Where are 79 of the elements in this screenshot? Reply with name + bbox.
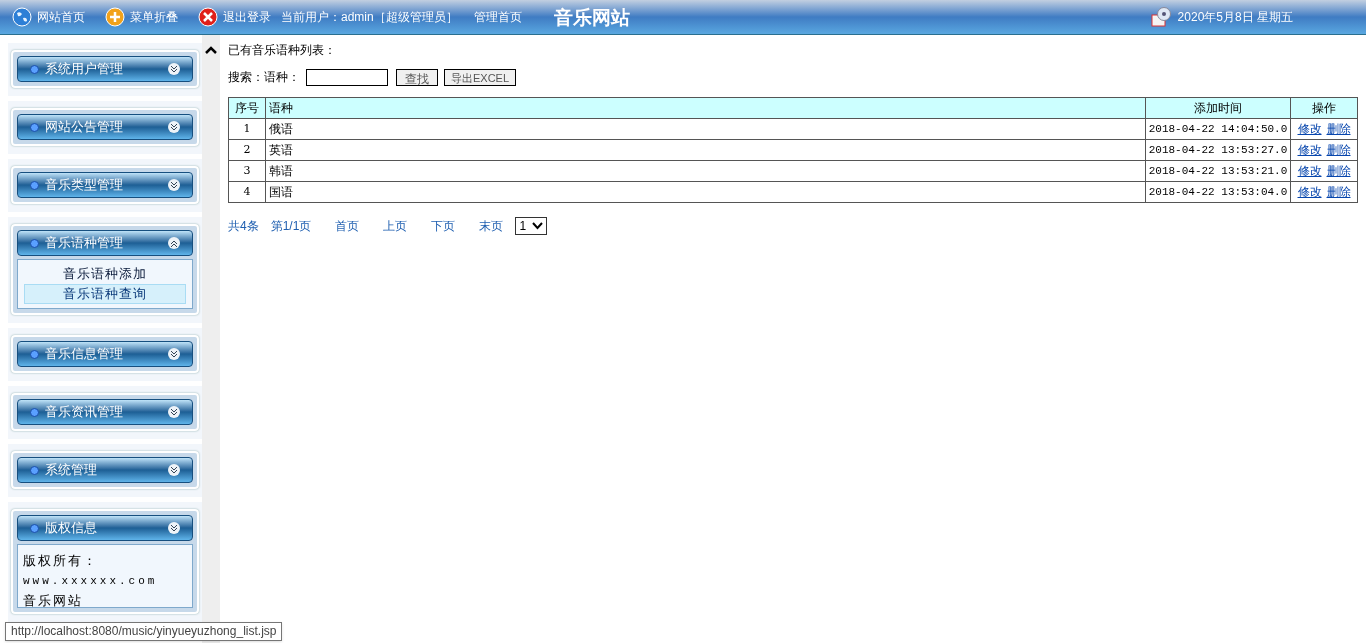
menu-header[interactable]: 系统管理 [17, 457, 193, 483]
page-indicator: 第1/1页 [270, 218, 312, 235]
table-cell: 1 [228, 118, 266, 140]
column-header: 序号 [228, 97, 266, 119]
list-heading: 已有音乐语种列表： [228, 42, 337, 57]
link-tooltip: http://localhost:8080/music/yinyueyuzhong_list.jsp [5, 622, 283, 641]
bullet-icon [30, 238, 39, 248]
bullet-icon [30, 180, 39, 190]
date-text: 2020年5月8日 星期五 [1177, 9, 1293, 26]
expand-icon [168, 464, 180, 476]
bullet-icon [30, 465, 39, 475]
nav-link[interactable]: 网站首页 [12, 7, 85, 27]
nav-link[interactable]: 菜单折叠 [105, 7, 178, 27]
table-cell: 韩语 [265, 160, 1146, 182]
expand-icon [168, 63, 180, 75]
expand-icon [168, 121, 180, 133]
plus-icon [105, 7, 125, 27]
admin-home-link[interactable]: 管理首页 [473, 8, 522, 26]
pagination-link[interactable]: 首页 [335, 217, 360, 235]
collapse-icon [168, 237, 180, 249]
site-title: 音乐网站 [553, 4, 630, 30]
table-cell: 2018-04-22 13:53:21.0 [1145, 160, 1291, 182]
column-header: 操作 [1290, 97, 1358, 119]
action-link[interactable]: 修改 [1297, 122, 1322, 136]
table-cell: 英语 [265, 139, 1146, 161]
find-button[interactable]: 查找 [396, 68, 438, 86]
action-link[interactable]: 删除 [1326, 122, 1351, 136]
info-text: 版权所有： [23, 552, 99, 570]
table-cell: 2018-04-22 14:04:50.0 [1145, 118, 1291, 140]
action-link[interactable]: 删除 [1326, 164, 1351, 178]
close-icon [198, 7, 218, 27]
page-select[interactable]: 1 [515, 217, 548, 235]
table-cell: 2 [228, 139, 266, 161]
export-button[interactable]: 导出EXCEL [444, 68, 517, 86]
action-link[interactable]: 修改 [1297, 143, 1322, 157]
pagination-link[interactable]: 下页 [431, 217, 456, 235]
info-text: www.xxxxxx.com [23, 574, 159, 589]
menu-header[interactable]: 版权信息 [17, 515, 193, 541]
expand-icon [168, 179, 180, 191]
action-link[interactable]: 修改 [1297, 185, 1322, 199]
calendar-disc-icon [1149, 6, 1172, 28]
globe-icon [12, 7, 32, 27]
submenu-item[interactable]: 音乐语种查询 [24, 284, 186, 304]
table-cell: 俄语 [265, 118, 1146, 140]
menu-header[interactable]: 音乐类型管理 [17, 172, 193, 198]
table-cell: 4 [228, 181, 266, 203]
current-user: 当前用户：admin［超级管理员］ [281, 9, 458, 26]
menu-header[interactable]: 网站公告管理 [17, 114, 193, 140]
collapse-up-icon[interactable] [205, 45, 217, 55]
table-cell: 2018-04-22 13:53:27.0 [1145, 139, 1291, 161]
dropdown-icon [532, 222, 544, 230]
info-text: 音乐网站 [23, 592, 84, 607]
expand-icon [168, 406, 180, 418]
bullet-icon [30, 349, 39, 359]
column-header: 语种 [265, 97, 1146, 119]
menu-header[interactable]: 音乐资讯管理 [17, 399, 193, 425]
bullet-icon [30, 64, 39, 74]
bullet-icon [30, 122, 39, 132]
action-link[interactable]: 删除 [1326, 143, 1351, 157]
table-cell: 国语 [265, 181, 1146, 203]
record-count: 共4条 [228, 218, 259, 235]
menu-header[interactable]: 音乐语种管理 [17, 230, 193, 256]
expand-icon [168, 348, 180, 360]
column-header: 添加时间 [1145, 97, 1291, 119]
table-cell: 3 [228, 160, 266, 182]
bullet-icon [30, 407, 39, 417]
nav-link[interactable]: 退出登录 [198, 7, 271, 27]
expand-icon [168, 522, 180, 534]
submenu-item[interactable]: 音乐语种添加 [24, 264, 186, 284]
search-label: 搜索：语种： [228, 69, 300, 86]
bullet-icon [30, 523, 39, 533]
search-field[interactable] [306, 68, 388, 86]
action-link[interactable]: 修改 [1297, 164, 1322, 178]
action-link[interactable]: 删除 [1326, 185, 1351, 199]
pagination-link[interactable]: 末页 [479, 217, 504, 235]
menu-header[interactable]: 音乐信息管理 [17, 341, 193, 367]
table-cell: 2018-04-22 13:53:04.0 [1145, 181, 1291, 203]
pagination-link[interactable]: 上页 [383, 217, 408, 235]
menu-header[interactable]: 系统用户管理 [17, 56, 193, 82]
